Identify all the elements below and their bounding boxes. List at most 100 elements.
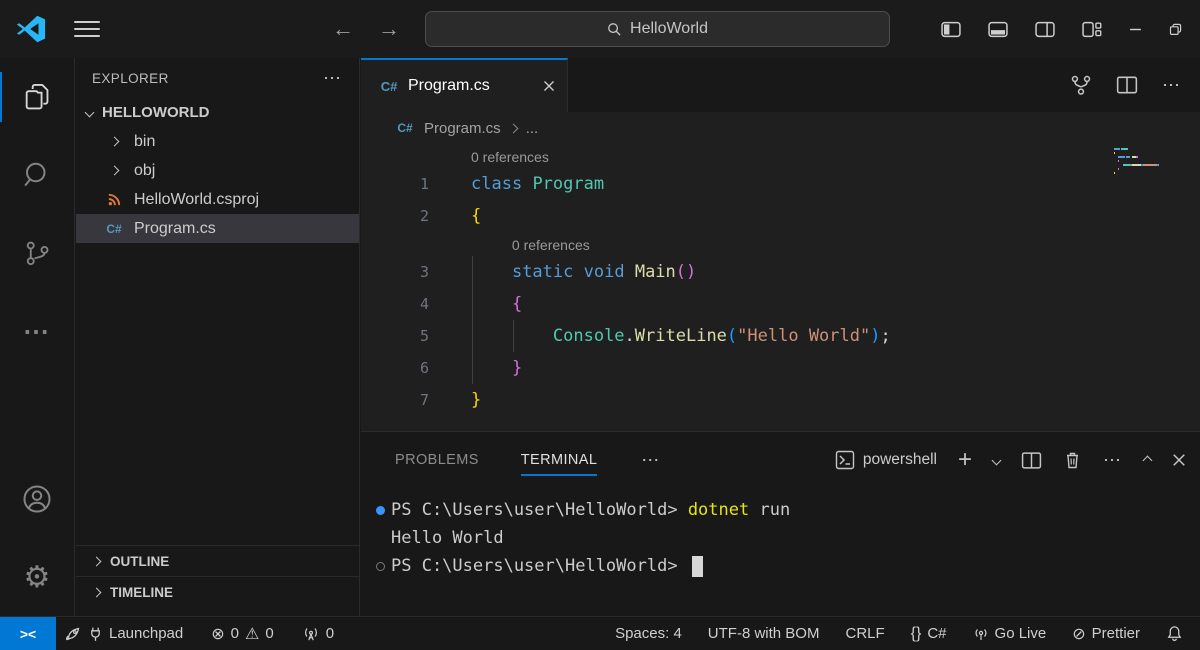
code-line-2[interactable]: 2{ bbox=[361, 200, 1200, 232]
code-text: { bbox=[471, 200, 481, 232]
maximize-panel-icon[interactable] bbox=[1144, 457, 1151, 464]
split-terminal-icon[interactable] bbox=[1021, 451, 1042, 470]
status-ports[interactable]: 0 bbox=[293, 617, 343, 650]
tree-item-label: bin bbox=[134, 133, 155, 151]
status-label: C# bbox=[927, 625, 946, 642]
status-label: Spaces: 4 bbox=[615, 625, 682, 642]
panel-tab-problems[interactable]: PROBLEMS bbox=[395, 432, 479, 488]
chevron-right-icon bbox=[102, 167, 126, 174]
source-control-graph-icon[interactable] bbox=[1070, 74, 1092, 96]
terminal-dropdown-icon[interactable] bbox=[993, 457, 1000, 464]
breadcrumb: C# Program.cs ... bbox=[361, 112, 1200, 144]
csharp-file-icon: C# bbox=[379, 79, 399, 94]
status-language-mode[interactable]: {}C# bbox=[902, 617, 956, 650]
plug-icon bbox=[88, 626, 103, 642]
status-notifications[interactable] bbox=[1157, 617, 1192, 650]
tree-root-helloworld[interactable]: HELLOWORLD bbox=[76, 98, 359, 127]
status-indentation[interactable]: Spaces: 4 bbox=[606, 617, 691, 650]
explorer-view-icon[interactable] bbox=[0, 58, 74, 136]
section-outline[interactable]: OUTLINE bbox=[76, 545, 359, 576]
broadcast-icon bbox=[973, 626, 989, 642]
status-prettier[interactable]: ⊘ Prettier bbox=[1063, 617, 1149, 650]
tree-item-program-cs[interactable]: C#Program.cs bbox=[76, 214, 359, 243]
new-terminal-icon[interactable]: + bbox=[958, 446, 972, 474]
command-center-search[interactable]: HelloWorld bbox=[425, 11, 890, 47]
editor-more-actions-icon[interactable]: ⋯ bbox=[1162, 75, 1182, 96]
line-number: 2 bbox=[361, 200, 429, 232]
terminal-text: Hello World bbox=[391, 524, 504, 552]
code-text: } bbox=[471, 384, 481, 416]
tree-item-helloworld-csproj[interactable]: HelloWorld.csproj bbox=[76, 185, 359, 214]
chevron-down-icon bbox=[84, 108, 94, 118]
terminal-line: PS C:\Users\user\HelloWorld> bbox=[369, 552, 1200, 580]
remote-indicator[interactable]: >< bbox=[0, 617, 56, 650]
explorer-sidebar: EXPLORER ⋯ HELLOWORLD binobjHelloWorld.c… bbox=[76, 58, 360, 616]
go-back-icon[interactable]: ← bbox=[332, 16, 354, 42]
panel-header: PROBLEMS TERMINAL ⋯ powershell + ⋯ bbox=[361, 432, 1200, 488]
code-text: static void Main() bbox=[471, 256, 696, 288]
code-line-6[interactable]: 6 } bbox=[361, 352, 1200, 384]
command-decoration-icon[interactable] bbox=[369, 552, 391, 580]
tree-item-bin[interactable]: bin bbox=[76, 127, 359, 156]
panel-more-actions-icon[interactable]: ⋯ bbox=[1103, 450, 1123, 471]
terminal-line: Hello World bbox=[369, 524, 1200, 552]
csproj-file-icon bbox=[102, 192, 126, 207]
code-text: class Program bbox=[471, 168, 604, 200]
accounts-icon[interactable] bbox=[0, 460, 74, 538]
code-line-7[interactable]: 7} bbox=[361, 384, 1200, 416]
settings-gear-icon[interactable]: ⚙ bbox=[0, 538, 74, 616]
section-timeline[interactable]: TIMELINE bbox=[76, 576, 359, 607]
toggle-panel-icon[interactable] bbox=[988, 21, 1008, 38]
restore-window-icon[interactable] bbox=[1169, 23, 1182, 36]
status-launchpad[interactable]: Launchpad bbox=[56, 617, 192, 650]
close-tab-icon[interactable] bbox=[543, 80, 555, 92]
status-problems[interactable]: ⊗0⚠0 bbox=[202, 617, 282, 650]
source-control-view-icon[interactable] bbox=[0, 214, 74, 292]
editor-area: C# Program.cs ⋯ C# Program.cs ... 0 refe… bbox=[361, 58, 1200, 431]
explorer-more-actions-icon[interactable]: ⋯ bbox=[323, 68, 343, 89]
terminal-cursor bbox=[692, 556, 703, 577]
search-view-icon[interactable] bbox=[0, 136, 74, 214]
status-encoding[interactable]: UTF-8 with BOM bbox=[699, 617, 829, 650]
code-line-1[interactable]: 1class Program bbox=[361, 168, 1200, 200]
slash-icon: ⊘ bbox=[1072, 624, 1085, 644]
status-eol[interactable]: CRLF bbox=[836, 617, 893, 650]
status-label: 0 bbox=[326, 625, 334, 642]
status-go-live[interactable]: Go Live bbox=[964, 617, 1056, 650]
code-line-5[interactable]: 5 Console.WriteLine("Hello World"); bbox=[361, 320, 1200, 352]
breadcrumb-file[interactable]: Program.cs bbox=[424, 120, 501, 137]
customize-layout-icon[interactable] bbox=[1082, 21, 1102, 38]
sidebar-sections: OUTLINETIMELINE bbox=[76, 545, 359, 607]
minimize-window-icon[interactable] bbox=[1129, 23, 1142, 36]
application-menu-icon[interactable] bbox=[74, 16, 100, 42]
chevron-right-icon bbox=[92, 556, 102, 566]
panel-views-more-icon[interactable]: ⋯ bbox=[641, 450, 661, 471]
breadcrumb-symbol[interactable]: ... bbox=[526, 120, 539, 137]
tab-program-cs[interactable]: C# Program.cs bbox=[361, 58, 568, 112]
terminal-instance[interactable]: powershell bbox=[835, 450, 937, 470]
code-line-3[interactable]: 3 static void Main() bbox=[361, 256, 1200, 288]
toggle-secondary-sidebar-icon[interactable] bbox=[1035, 21, 1055, 38]
line-number: 4 bbox=[361, 288, 429, 320]
command-decoration-icon[interactable] bbox=[369, 496, 391, 524]
status-label: Prettier bbox=[1092, 625, 1140, 642]
status-label: Launchpad bbox=[109, 625, 183, 642]
kill-terminal-icon[interactable] bbox=[1063, 450, 1082, 470]
minimap[interactable] bbox=[1114, 148, 1184, 176]
powershell-terminal-icon bbox=[835, 450, 855, 470]
codelens-references[interactable]: 0 references bbox=[361, 144, 1200, 168]
count-label: 0 bbox=[265, 625, 273, 642]
code-editor[interactable]: 0 references1class Program2{0 references… bbox=[361, 144, 1200, 431]
tab-label: Program.cs bbox=[408, 77, 534, 95]
split-editor-icon[interactable] bbox=[1116, 75, 1138, 95]
tree-item-obj[interactable]: obj bbox=[76, 156, 359, 185]
panel-tab-terminal[interactable]: TERMINAL bbox=[521, 432, 598, 488]
codelens-references[interactable]: 0 references bbox=[361, 232, 1200, 256]
go-forward-icon[interactable]: → bbox=[378, 16, 400, 42]
close-panel-icon[interactable] bbox=[1172, 453, 1186, 467]
terminal-output[interactable]: PS C:\Users\user\HelloWorld> dotnet runH… bbox=[361, 488, 1200, 580]
toggle-primary-sidebar-icon[interactable] bbox=[941, 21, 961, 38]
indent-guide bbox=[472, 256, 473, 384]
code-line-4[interactable]: 4 { bbox=[361, 288, 1200, 320]
more-views-icon[interactable]: ⋯ bbox=[0, 292, 74, 370]
